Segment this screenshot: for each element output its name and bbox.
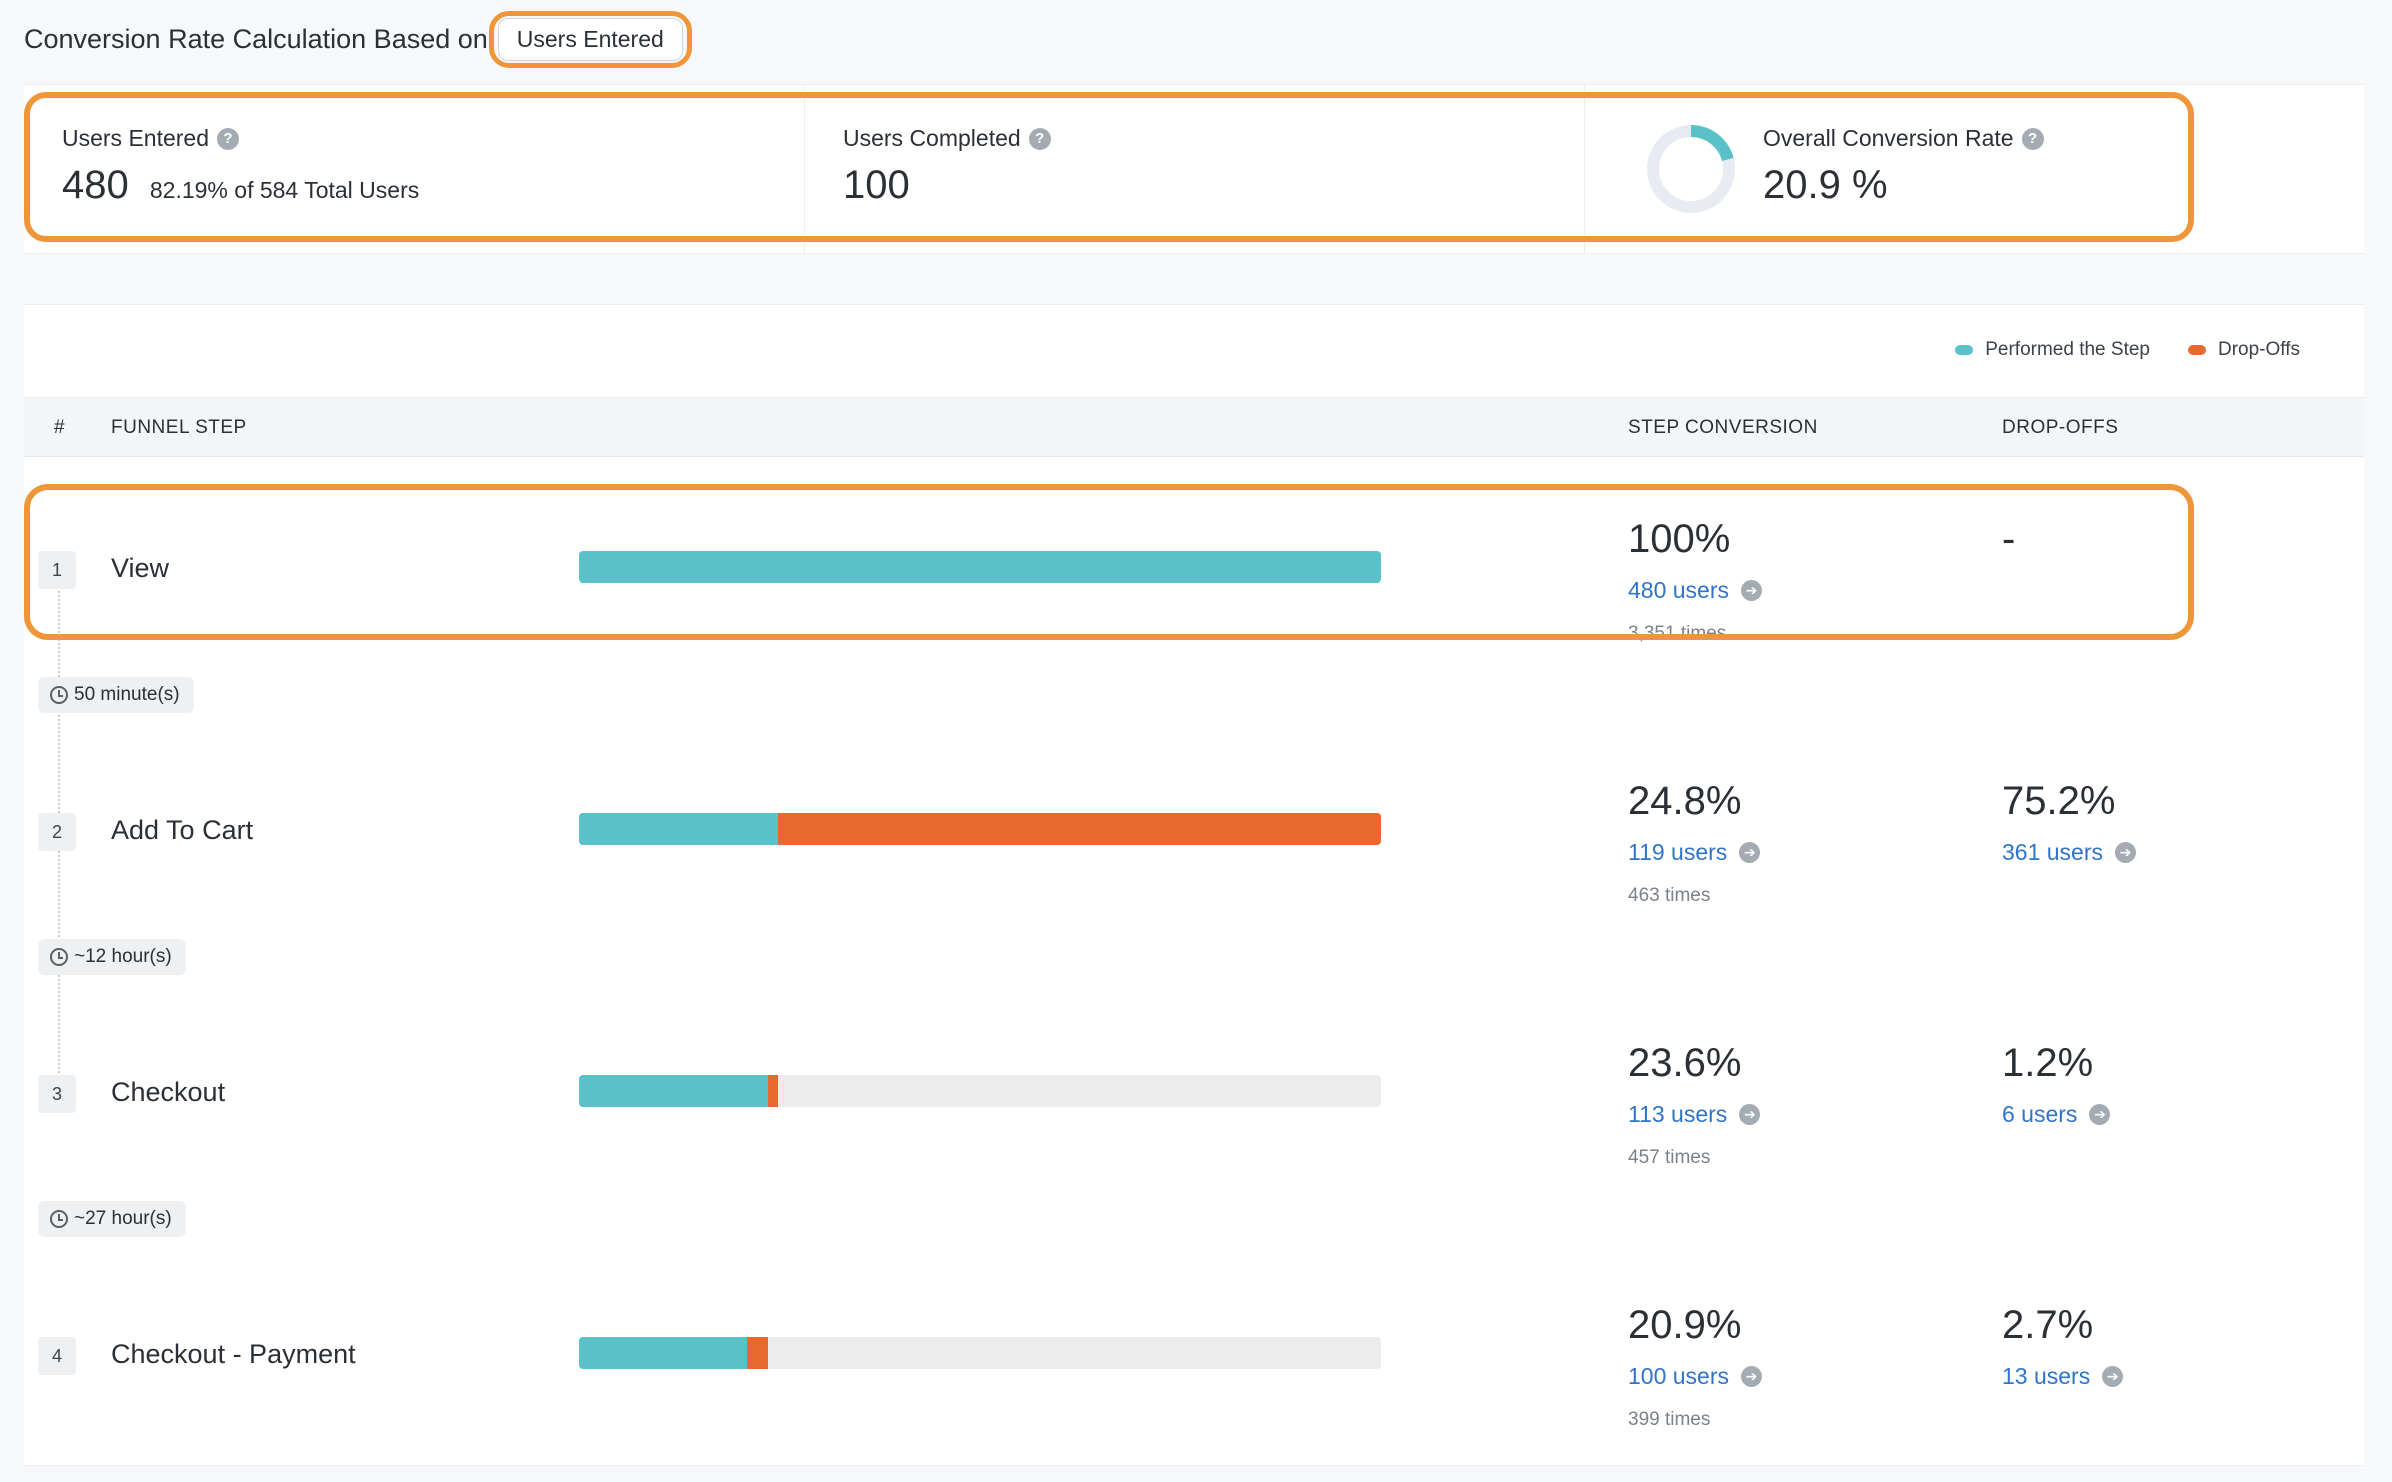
users-link-label: 100 users (1628, 1363, 1730, 1389)
delay-label: ~12 hour(s) (74, 946, 172, 967)
users-link-label: 13 users (2002, 1363, 2091, 1389)
legend-swatch (1955, 345, 1974, 355)
arrow-right-icon: ➔ (2102, 1366, 2124, 1387)
dropoff-users-link[interactable]: 361 users ➔ (2002, 839, 2137, 866)
step-name: Checkout - Payment (111, 1339, 356, 1369)
bar-performed (579, 813, 778, 845)
step-bar[interactable] (579, 1075, 1381, 1107)
summary-card: Users Entered ? 480 82.19% of 584 Total … (24, 84, 2364, 254)
legend-label: Performed the Step (1985, 339, 2150, 360)
table-row: 1 View 100% 480 users ➔ 3,351 times - (24, 495, 2364, 655)
page-title: Conversion Rate Calculation Based on (24, 23, 488, 54)
arrow-right-icon: ➔ (1741, 580, 1763, 601)
metric-overall-conversion: Overall Conversion Rate ? 20.9 % (1584, 85, 2185, 253)
metric-label: Users Completed (843, 125, 1021, 151)
arrow-right-icon: ➔ (2089, 1104, 2111, 1125)
bar-dropoff (768, 1075, 778, 1107)
metric-subtext: 82.19% of 584 Total Users (149, 177, 420, 203)
column-header-dropoffs: DROP-OFFS (2002, 417, 2119, 438)
arrow-right-icon: ➔ (2115, 842, 2137, 863)
column-header-number: # (54, 417, 66, 438)
step-conversion-users-link[interactable]: 113 users ➔ (1628, 1101, 1761, 1128)
step-times: 399 times (1628, 1409, 1711, 1430)
step-bar[interactable] (579, 551, 1381, 583)
users-link-label: 480 users (1628, 577, 1730, 603)
table-row: 4 Checkout - Payment 20.9% 100 users ➔ 3… (24, 1281, 2364, 1441)
metric-value: 480 (62, 163, 129, 207)
conversion-donut-chart (1647, 125, 1735, 213)
arrow-right-icon: ➔ (1739, 842, 1761, 863)
bar-performed (579, 1337, 747, 1369)
metric-users-completed: Users Completed ? 100 (804, 85, 1585, 253)
step-name: Add To Cart (111, 815, 254, 845)
users-link-label: 113 users (1628, 1101, 1728, 1127)
legend-item-performed: Performed the Step (1955, 339, 2150, 361)
step-conversion-percent: 100% (1628, 517, 1731, 561)
table-row: 2 Add To Cart 24.8% 119 users ➔ 463 time… (24, 757, 2364, 917)
step-index: 4 (38, 1337, 76, 1375)
dropoff-percent: 75.2% (2002, 779, 2116, 823)
delay-label: ~27 hour(s) (74, 1208, 172, 1229)
step-conversion-percent: 20.9% (1628, 1303, 1742, 1347)
header: Conversion Rate Calculation Based on Use… (24, 10, 692, 68)
step-delay-chip: ~27 hour(s) (38, 1201, 186, 1237)
legend: Performed the Step Drop-Offs (1955, 339, 2300, 361)
bar-performed (579, 1075, 769, 1107)
column-header-step-conversion: STEP CONVERSION (1628, 417, 1818, 438)
arrow-right-icon: ➔ (1741, 1366, 1763, 1387)
metric-label: Users Entered (62, 125, 210, 151)
dropoff-users-link[interactable]: 6 users ➔ (2002, 1101, 2111, 1128)
clock-icon (50, 686, 68, 704)
step-conversion-percent: 23.6% (1628, 1041, 1742, 1085)
arrow-right-icon: ➔ (1739, 1104, 1761, 1125)
table-header: # FUNNEL STEP STEP CONVERSION DROP-OFFS (24, 397, 2364, 457)
legend-swatch (2187, 345, 2206, 355)
clock-icon (50, 1210, 68, 1228)
users-link-label: 6 users (2002, 1101, 2078, 1127)
step-bar[interactable] (579, 813, 1381, 845)
help-icon[interactable]: ? (2021, 127, 2044, 150)
metric-label: Overall Conversion Rate (1763, 125, 2014, 151)
dropoff-percent: 1.2% (2002, 1041, 2094, 1085)
column-header-funnel-step: FUNNEL STEP (111, 417, 247, 438)
step-conversion-users-link[interactable]: 100 users ➔ (1628, 1363, 1763, 1390)
help-icon[interactable]: ? (1028, 127, 1051, 150)
step-times: 3,351 times (1628, 623, 1727, 644)
help-icon[interactable]: ? (217, 127, 240, 150)
users-link-label: 361 users (2002, 839, 2104, 865)
metric-value: 100 (843, 163, 910, 207)
legend-label: Drop-Offs (2217, 339, 2300, 360)
funnel-panel: Performed the Step Drop-Offs # FUNNEL ST… (24, 304, 2364, 1466)
step-delay-chip: ~12 hour(s) (38, 939, 186, 975)
legend-item-dropoffs: Drop-Offs (2187, 339, 2300, 361)
step-name: Checkout (111, 1077, 226, 1107)
step-name: View (111, 553, 170, 583)
step-delay-chip: 50 minute(s) (38, 677, 194, 713)
dropoff-percent: 2.7% (2002, 1303, 2094, 1347)
metric-users-entered: Users Entered ? 480 82.19% of 584 Total … (24, 85, 804, 253)
step-conversion-users-link[interactable]: 480 users ➔ (1628, 577, 1763, 604)
step-conversion-percent: 24.8% (1628, 779, 1742, 823)
bar-dropoff (746, 1337, 769, 1369)
metric-value: 20.9 % (1763, 163, 1888, 207)
bar-dropoff (777, 813, 1381, 845)
users-link-label: 119 users (1628, 839, 1728, 865)
bar-performed (579, 551, 1381, 583)
step-conversion-users-link[interactable]: 119 users ➔ (1628, 839, 1761, 866)
step-bar[interactable] (579, 1337, 1381, 1369)
clock-icon (50, 948, 68, 966)
step-index: 3 (38, 1075, 76, 1113)
dropoff-users-link[interactable]: 13 users ➔ (2002, 1363, 2124, 1390)
step-times: 463 times (1628, 885, 1711, 906)
dropoff-percent: - (2002, 517, 2016, 561)
conversion-basis-selector[interactable]: Users Entered (488, 10, 692, 68)
step-index: 1 (38, 551, 76, 589)
table-row: 3 Checkout 23.6% 113 users ➔ 457 times 1… (24, 1019, 2364, 1179)
delay-label: 50 minute(s) (74, 684, 180, 705)
step-index: 2 (38, 813, 76, 851)
step-times: 457 times (1628, 1147, 1711, 1168)
